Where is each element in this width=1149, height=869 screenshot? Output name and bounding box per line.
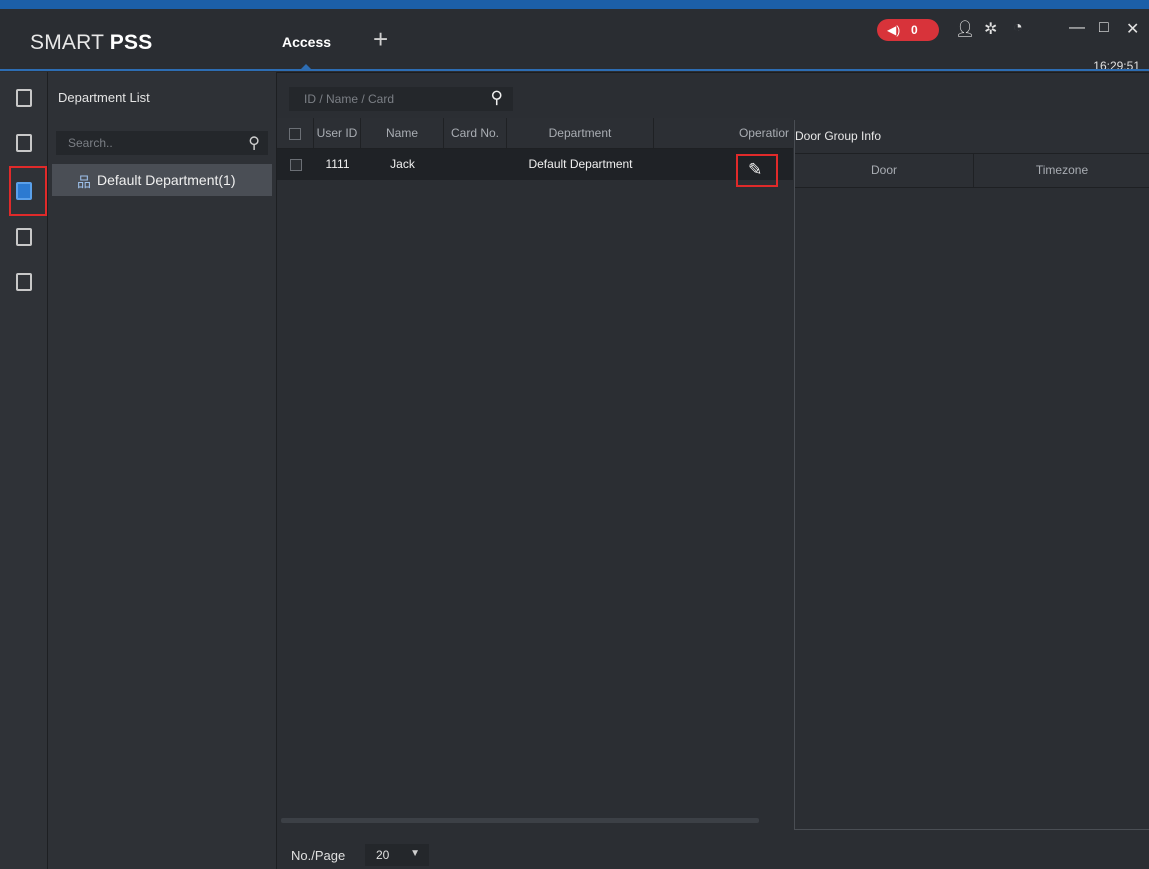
- select-all-checkbox[interactable]: [277, 118, 314, 148]
- highlight-edit-button: [736, 154, 778, 187]
- department-search-input[interactable]: Search.. ⚲: [56, 131, 268, 155]
- user-search-input[interactable]: ID / Name / Card ⚲: [289, 87, 513, 111]
- col-timezone[interactable]: Timezone: [974, 154, 1149, 187]
- col-user-id[interactable]: User ID: [314, 118, 361, 148]
- page-size-select[interactable]: 20 ▼: [365, 844, 429, 866]
- brand-bold: PSS: [109, 31, 153, 54]
- tree-item-default-department[interactable]: 品 Default Department(1): [52, 164, 272, 196]
- door-group-title: Door Group Info: [795, 129, 882, 143]
- title-accent-line: [0, 69, 1149, 71]
- minimize-button[interactable]: —: [1069, 19, 1085, 37]
- department-list-title: Department List: [58, 90, 150, 105]
- col-name[interactable]: Name: [361, 118, 444, 148]
- search-icon[interactable]: ⚲: [491, 88, 503, 108]
- user-search-placeholder: ID / Name / Card: [304, 92, 395, 106]
- person-card-icon[interactable]: [11, 130, 36, 155]
- door-group-panel: Door Group Info Door Timezone: [794, 120, 1149, 830]
- maximize-button[interactable]: □: [1099, 19, 1109, 37]
- speaker-icon: ◀): [887, 23, 901, 37]
- table-row[interactable]: 1111 Jack Default Department: [277, 149, 793, 180]
- window-top-strip: [0, 0, 1149, 9]
- alarm-count: 0: [911, 23, 918, 37]
- department-panel: Department List Search.. ⚲ 品 Default Dep…: [48, 72, 277, 869]
- col-department[interactable]: Department: [507, 118, 654, 148]
- pagination-footer: No./Page 20 ▼: [277, 842, 793, 869]
- document-icon[interactable]: [11, 224, 36, 249]
- device-access-icon[interactable]: [11, 85, 36, 110]
- tree-item-label: Default Department(1): [97, 172, 236, 188]
- alarm-badge[interactable]: ◀) 0: [877, 19, 939, 41]
- gear-icon[interactable]: ✲: [984, 19, 997, 39]
- cell-name: Jack: [390, 157, 415, 171]
- col-card-no[interactable]: Card No.: [444, 118, 507, 148]
- tab-access[interactable]: Access: [282, 34, 331, 50]
- highlight-user-nav: [9, 166, 47, 216]
- brand-prefix: SMART: [30, 31, 110, 54]
- chevron-down-icon: ▼: [410, 848, 420, 859]
- department-search-placeholder: Search..: [68, 136, 113, 150]
- gauge-icon[interactable]: ◔: [1013, 19, 1023, 37]
- user-icon[interactable]: 👤︎: [955, 19, 975, 39]
- horizontal-scrollbar[interactable]: [281, 818, 759, 823]
- cell-user-id: 1111: [325, 157, 350, 171]
- app-brand: SMART PSS: [30, 31, 152, 55]
- page-size-label: No./Page: [291, 848, 346, 863]
- col-door[interactable]: Door: [795, 154, 974, 187]
- user-list-panel: ID / Name / Card ⚲ User ID Name Card No.…: [277, 72, 793, 869]
- door-group-table-header: Door Timezone: [795, 154, 1149, 188]
- door-group-title-bar: Door Group Info: [795, 120, 1149, 154]
- page-size-value: 20: [376, 848, 390, 862]
- table-header: User ID Name Card No. Department Operati…: [277, 118, 793, 149]
- title-bar: SMART PSS Access + ◀) 0 👤︎ ✲ ◔ — □ ✕ 16:…: [0, 9, 1149, 73]
- org-tree-icon: 品: [77, 174, 91, 190]
- col-operation[interactable]: Operatior: [654, 118, 793, 148]
- add-tab-button[interactable]: +: [373, 26, 388, 52]
- close-button[interactable]: ✕: [1126, 19, 1139, 39]
- cell-department: Default Department: [528, 157, 633, 171]
- calendar-icon[interactable]: [11, 269, 36, 294]
- search-icon[interactable]: ⚲: [248, 133, 260, 153]
- row-checkbox[interactable]: [277, 149, 314, 180]
- cell-card-no: [444, 149, 507, 180]
